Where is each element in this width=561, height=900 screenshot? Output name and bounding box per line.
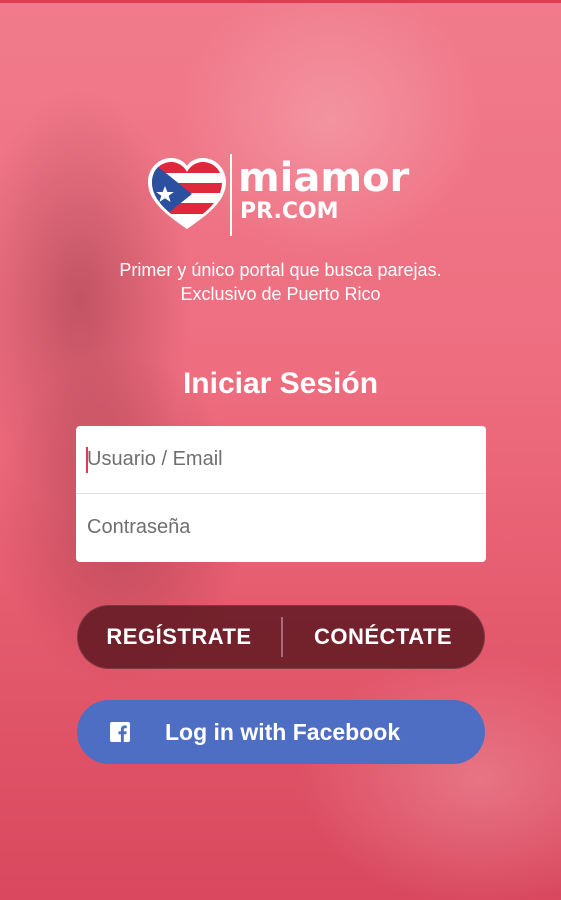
top-accent-bar	[0, 0, 561, 3]
login-title: Iniciar Sesión	[182, 367, 379, 400]
tagline-line-2: Exclusivo de Puerto Rico	[180, 284, 381, 304]
puerto-rico-flag-heart-icon	[148, 158, 226, 229]
tagline-line-1: Primer y único portal que busca parejas.	[119, 260, 442, 280]
login-form	[76, 426, 486, 562]
tagline: Primer y único portal que busca parejas.…	[0, 258, 561, 306]
facebook-login-label: Log in with Facebook	[165, 719, 401, 745]
facebook-icon	[110, 722, 130, 742]
connect-button[interactable]: CONÉCTATE	[281, 605, 485, 669]
facebook-login-button[interactable]: Log in with Facebook	[77, 700, 485, 764]
password-input[interactable]	[76, 494, 486, 561]
register-button[interactable]: REGÍSTRATE	[77, 605, 281, 669]
auth-actions-group: REGÍSTRATE CONÉCTATE	[77, 605, 485, 669]
username-email-input[interactable]	[76, 426, 486, 493]
brand-domain: PR.COM	[240, 199, 339, 224]
app-logo: miamor PR.COM	[148, 152, 418, 242]
logo-divider	[230, 154, 232, 236]
brand-name: miamor	[238, 155, 410, 201]
text-cursor	[86, 447, 88, 473]
